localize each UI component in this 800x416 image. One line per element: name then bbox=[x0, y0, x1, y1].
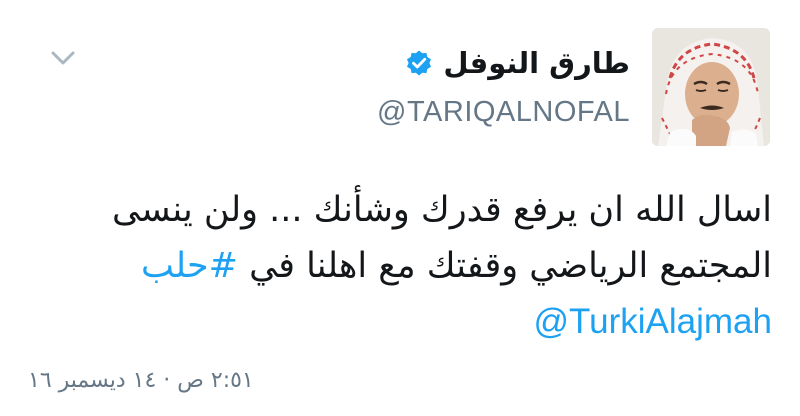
mention-link[interactable]: @TurkiAlajmah bbox=[534, 302, 772, 341]
hashtag-link[interactable]: #حلب bbox=[141, 246, 238, 286]
verified-badge-icon bbox=[405, 49, 433, 77]
tweet-body: اسال الله ان يرفع قدرك وشأنك ... ولن ينس… bbox=[32, 182, 772, 350]
tweet-timestamp[interactable]: ٢:٥١ ص · ١٤ ديسمبر ١٦ bbox=[28, 368, 254, 393]
avatar[interactable] bbox=[652, 28, 770, 146]
author-name-row[interactable]: طارق النوفل bbox=[405, 40, 630, 86]
tweet-card: طارق النوفل @TARIQALNOFAL اسال الله ان ي… bbox=[0, 0, 800, 416]
tweet-body-line-1: اسال الله ان يرفع قدرك وشأنك ... ولن ينس… bbox=[112, 190, 772, 230]
chevron-down-icon[interactable] bbox=[50, 48, 76, 68]
author-display-name[interactable]: طارق النوفل bbox=[443, 46, 630, 80]
author-handle[interactable]: @TARIQALNOFAL bbox=[377, 96, 630, 129]
tweet-body-line-2: المجتمع الرياضي وقفتك مع اهلنا في #حلب bbox=[32, 238, 772, 294]
tweet-body-line-3: @TurkiAlajmah bbox=[32, 294, 772, 350]
tweet-body-line-2-text: المجتمع الرياضي وقفتك مع اهلنا في bbox=[237, 246, 772, 286]
